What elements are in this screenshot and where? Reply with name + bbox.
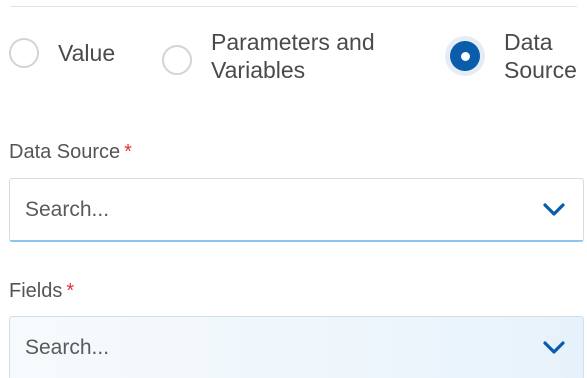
- radio-label-value: Value: [58, 40, 116, 66]
- fields-label-text: Fields: [9, 280, 63, 302]
- top-divider: [10, 6, 577, 7]
- chevron-down-icon[interactable]: [543, 341, 565, 355]
- radio-button-value[interactable]: [9, 38, 39, 68]
- data-source-field-label: Data Source *: [9, 140, 132, 164]
- fields-select[interactable]: Search...: [9, 316, 584, 378]
- radio-label-parameters-and-variables: Parameters and Variables: [211, 29, 375, 83]
- radio-option-value[interactable]: Value: [9, 38, 115, 68]
- required-asterisk: *: [124, 141, 132, 163]
- radio-button-data-source[interactable]: [450, 41, 480, 71]
- data-source-search-placeholder: Search...: [25, 197, 110, 221]
- radio-option-parameters-and-variables[interactable]: Parameters and Variables: [162, 28, 411, 84]
- radio-button-parameters-and-variables[interactable]: [162, 45, 192, 75]
- fields-search-placeholder: Search...: [25, 336, 110, 359]
- data-source-select[interactable]: Search...: [9, 178, 584, 242]
- data-binding-panel: Value Parameters and Variables Data Sour…: [0, 0, 587, 378]
- radio-option-data-source[interactable]: Data Source: [450, 28, 584, 84]
- radio-label-data-source: Data Source: [504, 29, 577, 83]
- required-asterisk: *: [66, 280, 75, 302]
- chevron-down-icon[interactable]: [543, 202, 565, 217]
- fields-field-label: Fields *: [9, 279, 74, 303]
- data-source-label-text: Data Source: [9, 141, 121, 163]
